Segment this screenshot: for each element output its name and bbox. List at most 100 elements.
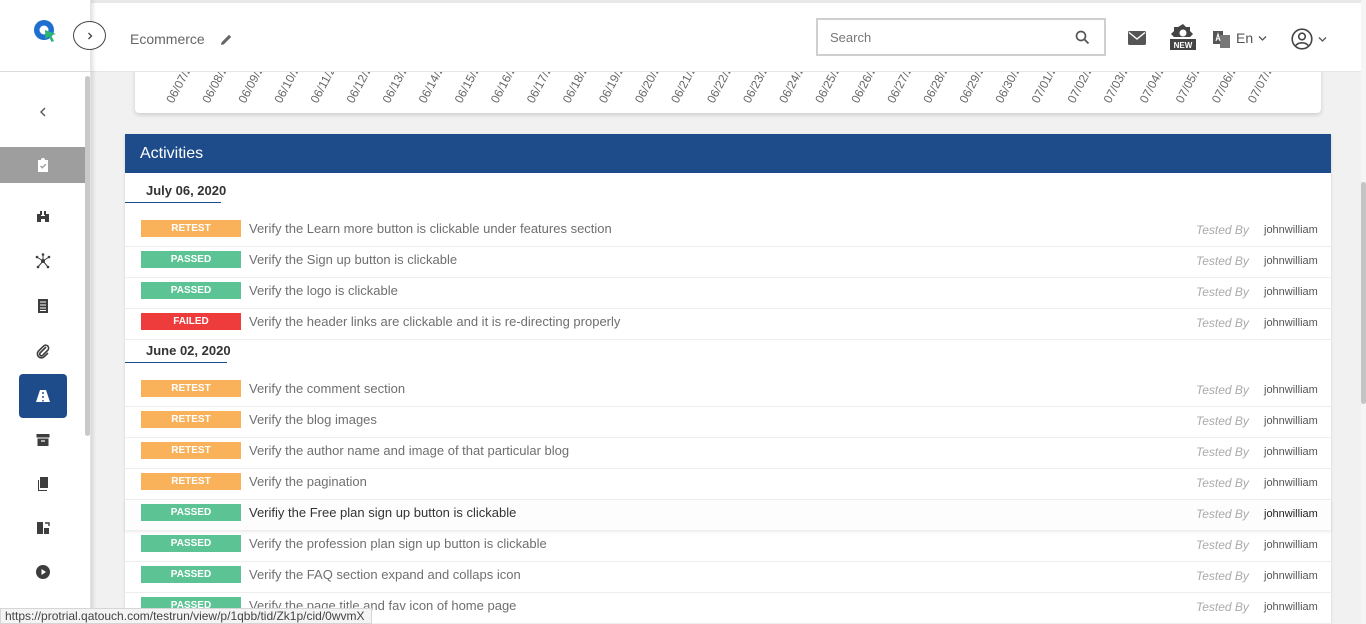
tested-by-label: Tested By (1196, 223, 1249, 237)
road-icon (36, 390, 50, 402)
activity-description[interactable]: Verify the author name and image of that… (249, 443, 569, 458)
status-badge: PASSED (141, 504, 241, 521)
sidebar-item-copies[interactable] (0, 466, 85, 502)
search-input[interactable] (818, 20, 1058, 54)
activity-row[interactable]: PASSED Verify the Sign up button is click… (125, 247, 1331, 278)
whats-new-icon[interactable]: NEW (1169, 23, 1197, 51)
status-badge: FAILED (141, 313, 241, 330)
sidebar-item-archive[interactable] (0, 422, 85, 458)
tester-name: johnwilliam (1264, 570, 1318, 582)
status-badge: PASSED (141, 282, 241, 299)
activity-row[interactable]: PASSED Verifiy the Free plan sign up butt… (125, 500, 1331, 531)
sidebar-item-test-runs[interactable] (19, 374, 67, 418)
tester-name: johnwilliam (1264, 255, 1318, 267)
status-bar-url: https://protrial.qatouch.com/testrun/vie… (0, 608, 372, 624)
report-chart-icon (36, 522, 50, 534)
status-badge: RETEST (141, 220, 241, 237)
activity-row[interactable]: RETEST Verify the pagination Tested By john… (125, 469, 1331, 500)
activity-row[interactable]: PASSED Verify the FAQ section expand and … (125, 562, 1331, 593)
translate-icon[interactable] (1213, 31, 1230, 48)
tester-name: johnwilliam (1264, 446, 1318, 458)
app-logo-icon[interactable] (32, 18, 58, 44)
status-badge: PASSED (141, 251, 241, 268)
activity-description[interactable]: Verify the blog images (249, 412, 377, 427)
activity-description[interactable]: Verify the FAQ section expand and collap… (249, 567, 521, 582)
activity-row[interactable]: PASSED Verify the profession plan sign up… (125, 531, 1331, 562)
tested-by-label: Tested By (1196, 445, 1249, 459)
chevron-down-icon[interactable] (1258, 34, 1267, 43)
tested-by-label: Tested By (1196, 316, 1249, 330)
chevron-right-icon (87, 32, 92, 39)
tested-by-label: Tested By (1196, 569, 1249, 583)
sidebar-scrollbar[interactable] (85, 76, 90, 436)
tested-by-label: Tested By (1196, 600, 1249, 614)
user-avatar-icon[interactable] (1291, 28, 1313, 50)
tested-by-label: Tested By (1196, 383, 1249, 397)
activity-row[interactable]: RETEST Verify the blog images Tested By joh… (125, 407, 1331, 438)
activity-description[interactable]: Verify the profession plan sign up butto… (249, 536, 547, 551)
activity-description[interactable]: Verify the pagination (249, 474, 367, 489)
sidebar-item-play[interactable] (0, 554, 85, 590)
tested-by-label: Tested By (1196, 414, 1249, 428)
activities-panel: Activities July 06, 2020 RETEST Verify the… (125, 134, 1331, 624)
status-badge: RETEST (141, 473, 241, 490)
search-icon[interactable] (1075, 30, 1090, 45)
date-underline (125, 362, 227, 363)
page-scrollbar-thumb[interactable] (1361, 182, 1366, 404)
date-underline (125, 202, 221, 203)
activity-description[interactable]: Verify the logo is clickable (249, 283, 398, 298)
pencil-edit-icon[interactable] (220, 33, 233, 46)
clipboard-check-icon (37, 158, 48, 172)
activity-description[interactable]: Verify the Learn more button is clickabl… (249, 221, 612, 236)
expand-sidebar-button[interactable] (73, 21, 106, 50)
status-badge: RETEST (141, 380, 241, 397)
tester-name: johnwilliam (1264, 477, 1318, 489)
top-header: Ecommerce NEW En (91, 0, 1361, 72)
sidebar-item-reports[interactable] (0, 510, 85, 546)
mail-icon[interactable] (1128, 31, 1146, 45)
tested-by-label: Tested By (1196, 507, 1249, 521)
tester-name: johnwilliam (1264, 224, 1318, 236)
notebook-icon (37, 299, 48, 313)
sidebar-item-attachments[interactable] (0, 333, 85, 369)
status-badge: PASSED (141, 566, 241, 583)
tested-by-label: Tested By (1196, 538, 1249, 552)
chevron-down-icon[interactable] (1318, 35, 1327, 44)
chevron-left-icon (39, 107, 45, 117)
paperclip-icon (36, 344, 49, 359)
activity-row[interactable]: RETEST Verify the Learn more button is cl… (125, 216, 1331, 247)
tester-name: johnwilliam (1264, 415, 1318, 427)
tester-name: johnwilliam (1264, 508, 1318, 520)
play-circle-icon (35, 565, 50, 579)
activity-row[interactable]: RETEST Verify the author name and image o… (125, 438, 1331, 469)
tested-by-label: Tested By (1196, 254, 1249, 268)
activity-description[interactable]: Verify the header links are clickable an… (249, 314, 620, 329)
activity-description[interactable]: Verify the Sign up button is clickable (249, 252, 457, 267)
sidebar-item-explore[interactable] (0, 198, 85, 234)
activity-description[interactable]: Verify the comment section (249, 381, 405, 396)
status-badge: RETEST (141, 442, 241, 459)
activity-row[interactable]: FAILED Verify the header links are clicka… (125, 309, 1331, 340)
activity-description[interactable]: Verifiy the Free plan sign up button is … (249, 505, 516, 520)
activity-date-heading: June 02, 2020 (146, 343, 231, 358)
language-selector[interactable]: En (1236, 30, 1253, 46)
search-box (816, 18, 1106, 56)
tester-name: johnwilliam (1264, 601, 1318, 613)
tester-name: johnwilliam (1264, 317, 1318, 329)
collapse-menu-button[interactable] (0, 94, 85, 130)
sidebar-item-network[interactable] (0, 243, 85, 279)
project-name[interactable]: Ecommerce (130, 31, 205, 47)
activity-row[interactable]: PASSED Verify the logo is clickable Tested… (125, 278, 1331, 309)
tester-name: johnwilliam (1264, 384, 1318, 396)
tested-by-label: Tested By (1196, 285, 1249, 299)
sidebar-item-dashboard[interactable] (0, 147, 85, 183)
svg-text:NEW: NEW (1174, 41, 1193, 50)
tester-name: johnwilliam (1264, 539, 1318, 551)
activity-row[interactable]: RETEST Verify the comment section Tested B… (125, 376, 1331, 407)
sidebar (0, 0, 91, 624)
archive-box-icon (36, 434, 49, 446)
status-badge: PASSED (141, 535, 241, 552)
hub-nodes-icon (35, 253, 50, 269)
activities-title: Activities (125, 134, 1331, 173)
sidebar-item-test-cases[interactable] (0, 288, 85, 324)
